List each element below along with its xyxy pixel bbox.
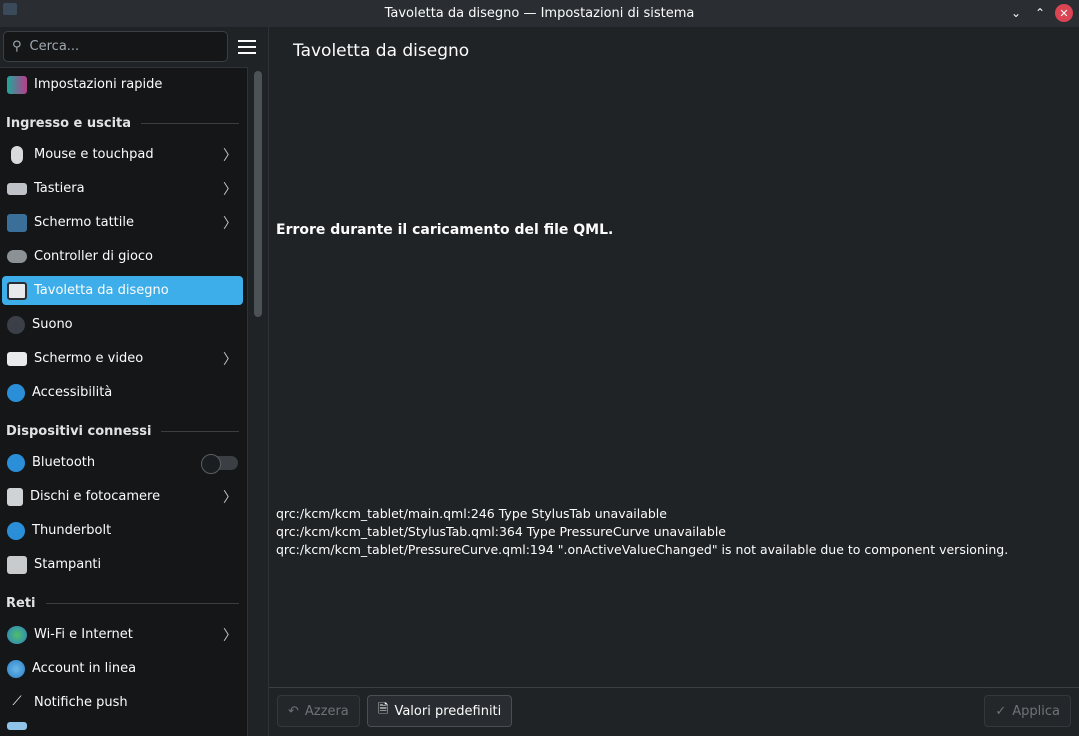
- error-log: qrc:/kcm/kcm_tablet/main.qml:246 Type St…: [276, 505, 1008, 559]
- search-input[interactable]: ⚲ Cerca...: [3, 31, 228, 62]
- chevron-right-icon: 〉: [223, 487, 237, 507]
- maximize-button[interactable]: ⌃: [1031, 4, 1049, 22]
- sidebar-item-online-accounts[interactable]: Account in linea: [2, 654, 243, 683]
- sidebar-item-keyboard[interactable]: Tastiera 〉: [2, 174, 243, 203]
- label: Schermo e video: [34, 351, 143, 366]
- accessibility-icon: [7, 384, 25, 402]
- sidebar-item-mouse[interactable]: Mouse e touchpad 〉: [2, 140, 243, 169]
- defaults-button[interactable]: 🗎 Valori predefiniti: [367, 695, 512, 727]
- hamburger-menu-button[interactable]: [238, 40, 256, 58]
- monitor-icon: [7, 352, 27, 366]
- sidebar-item-printers[interactable]: Stampanti: [2, 550, 243, 579]
- undo-icon: ↶: [288, 704, 299, 719]
- label: Thunderbolt: [32, 523, 111, 538]
- quick-settings-icon: [7, 76, 27, 94]
- partial-icon: [7, 722, 27, 730]
- bluetooth-icon: [7, 454, 25, 472]
- chevron-right-icon: 〉: [223, 179, 237, 199]
- category-networks: Reti: [6, 596, 239, 611]
- error-message: Errore durante il caricamento del file Q…: [276, 222, 613, 238]
- label: Stampanti: [34, 557, 101, 572]
- label: Applica: [1012, 704, 1060, 719]
- footer: ↶ Azzera 🗎 Valori predefiniti ✓ Applica: [269, 687, 1079, 736]
- keyboard-icon: [7, 183, 27, 195]
- label: Notifiche push: [34, 695, 128, 710]
- log-line: qrc:/kcm/kcm_tablet/main.qml:246 Type St…: [276, 505, 1008, 523]
- search-placeholder: Cerca...: [30, 39, 80, 54]
- thunderbolt-icon: [7, 522, 25, 540]
- label: Suono: [32, 317, 73, 332]
- document-icon: 🗎: [378, 700, 388, 722]
- label: Accessibilità: [32, 385, 112, 400]
- label: Tastiera: [34, 181, 85, 196]
- log-line: qrc:/kcm/kcm_tablet/PressureCurve.qml:19…: [276, 541, 1008, 559]
- chevron-right-icon: 〉: [223, 349, 237, 369]
- label: Schermo tattile: [34, 215, 134, 230]
- title-bar: Tavoletta da disegno — Impostazioni di s…: [0, 0, 1079, 27]
- sidebar-item-push-notifications[interactable]: ⟋ Notifiche push: [2, 688, 243, 717]
- sidebar-item-sound[interactable]: Suono: [2, 310, 243, 339]
- sidebar-item-bluetooth[interactable]: Bluetooth: [2, 448, 243, 477]
- label: Controller di gioco: [34, 249, 153, 264]
- accounts-icon: [7, 660, 25, 678]
- label: Tavoletta da disegno: [34, 283, 169, 298]
- close-button[interactable]: ✕: [1055, 4, 1073, 22]
- minimize-button[interactable]: ⌄: [1007, 4, 1025, 22]
- sidebar-item-drawing-tablet[interactable]: Tavoletta da disegno: [2, 276, 243, 305]
- divider: [247, 68, 248, 736]
- globe-icon: [7, 626, 27, 644]
- apply-button[interactable]: ✓ Applica: [984, 695, 1071, 727]
- gamepad-icon: [7, 250, 27, 263]
- label: Azzera: [305, 704, 349, 719]
- check-icon: ✓: [995, 704, 1006, 719]
- label: Dischi e fotocamere: [30, 489, 160, 504]
- mouse-icon: [11, 146, 23, 164]
- reset-button[interactable]: ↶ Azzera: [277, 695, 360, 727]
- sidebar-item-partial[interactable]: [2, 722, 243, 736]
- search-icon: ⚲: [12, 39, 22, 54]
- sidebar-item-thunderbolt[interactable]: Thunderbolt: [2, 516, 243, 545]
- touchscreen-icon: [7, 214, 27, 232]
- window-title: Tavoletta da disegno — Impostazioni di s…: [385, 6, 695, 21]
- category-input-output: Ingresso e uscita: [6, 116, 239, 131]
- chevron-right-icon: 〉: [223, 145, 237, 165]
- printer-icon: [7, 556, 27, 574]
- label: Account in linea: [32, 661, 136, 676]
- chevron-right-icon: 〉: [223, 625, 237, 645]
- log-line: qrc:/kcm/kcm_tablet/StylusTab.qml:364 Ty…: [276, 523, 1008, 541]
- sidebar-scrollbar[interactable]: [254, 71, 262, 317]
- sidebar: ⚲ Cerca... Impostazioni rapide Ingresso …: [0, 27, 248, 736]
- main-panel: Tavoletta da disegno Errore durante il c…: [268, 27, 1079, 736]
- app-icon[interactable]: [3, 3, 17, 15]
- sidebar-item-display[interactable]: Schermo e video 〉: [2, 344, 243, 373]
- label: Mouse e touchpad: [34, 147, 154, 162]
- sidebar-item-wifi[interactable]: Wi-Fi e Internet 〉: [2, 620, 243, 649]
- bluetooth-toggle[interactable]: [202, 456, 238, 470]
- label: Impostazioni rapide: [34, 77, 162, 92]
- sidebar-item-disks-cameras[interactable]: Dischi e fotocamere 〉: [2, 482, 243, 511]
- sidebar-item-touchscreen[interactable]: Schermo tattile 〉: [2, 208, 243, 237]
- speaker-icon: [7, 316, 25, 334]
- disk-icon: [7, 488, 23, 506]
- page-title: Tavoletta da disegno: [293, 41, 469, 61]
- label: Wi-Fi e Internet: [34, 627, 133, 642]
- sidebar-item-game-controller[interactable]: Controller di gioco: [2, 242, 243, 271]
- category-connected-devices: Dispositivi connessi: [6, 424, 239, 439]
- sidebar-item-quick-settings[interactable]: Impostazioni rapide: [2, 70, 243, 99]
- label: Valori predefiniti: [394, 704, 501, 719]
- sidebar-item-accessibility[interactable]: Accessibilità: [2, 378, 243, 407]
- label: Bluetooth: [32, 455, 95, 470]
- pin-icon: ⟋: [7, 694, 27, 712]
- chevron-right-icon: 〉: [223, 213, 237, 233]
- tablet-icon: [7, 282, 27, 300]
